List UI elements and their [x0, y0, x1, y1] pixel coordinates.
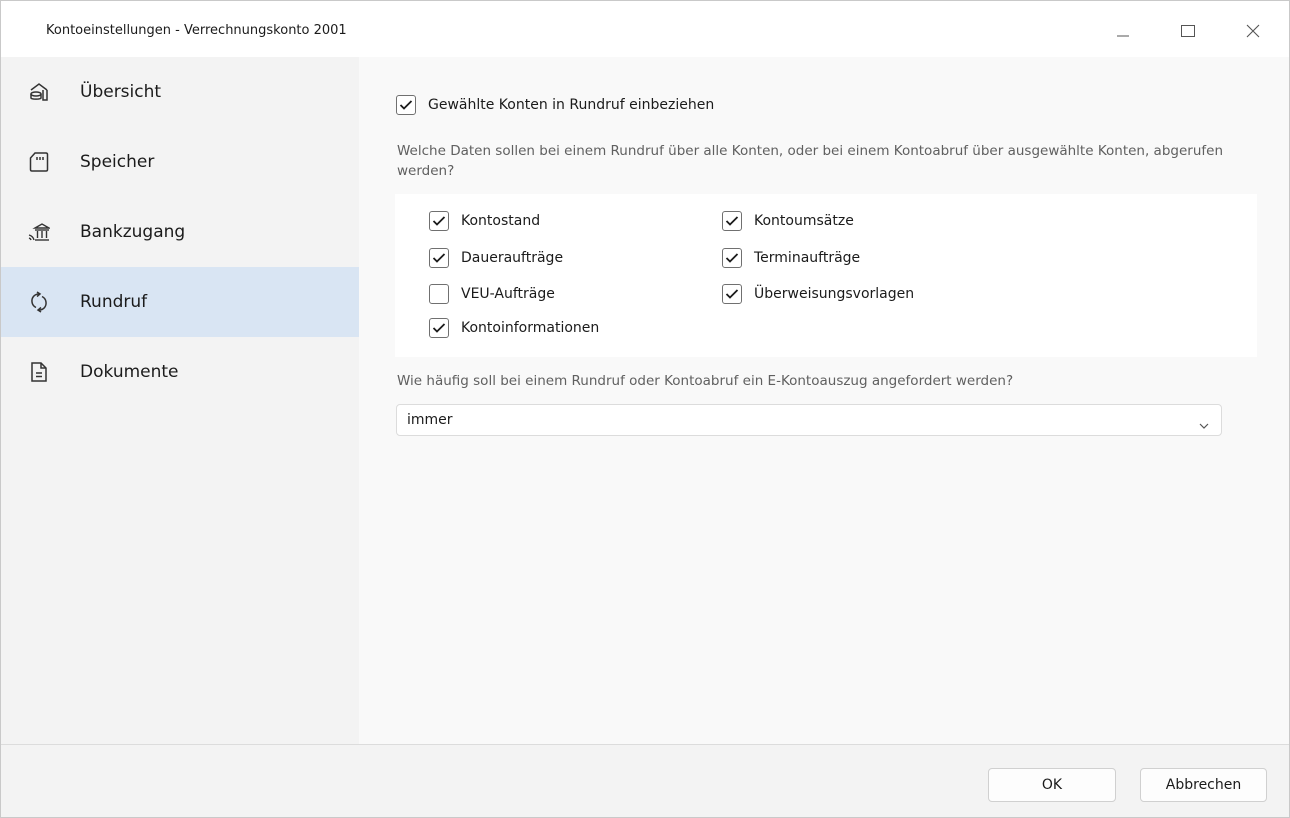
main-content: Gewählte Konten in Rundruf einbeziehen W…	[359, 57, 1289, 744]
sidebar-item-label: Übersicht	[80, 82, 162, 102]
minimize-button[interactable]	[1101, 13, 1145, 49]
option-kontostand[interactable]: Kontostand	[429, 211, 540, 231]
option-label: Kontoumsätze	[754, 213, 854, 229]
include-in-rundruf-checkbox[interactable]: Gewählte Konten in Rundruf einbeziehen	[396, 95, 714, 115]
sidebar-item-label: Rundruf	[80, 292, 148, 312]
sidebar-item-dokumente[interactable]: Dokumente	[1, 337, 359, 407]
sidebar: Übersicht Speicher Bankzugang Rundruf Do…	[1, 57, 359, 744]
checkmark-icon	[725, 289, 739, 299]
option-veu-auftraege[interactable]: VEU-Aufträge	[429, 284, 555, 304]
refresh-icon	[28, 291, 50, 313]
option-label: Kontostand	[461, 213, 541, 229]
include-label: Gewählte Konten in Rundruf einbeziehen	[428, 97, 715, 113]
sidebar-item-uebersicht[interactable]: Übersicht	[1, 57, 359, 127]
settings-window: Kontoeinstellungen - Verrechnungskonto 2…	[0, 0, 1290, 818]
option-terminauftraege[interactable]: Terminaufträge	[722, 248, 860, 268]
sidebar-item-speicher[interactable]: Speicher	[1, 127, 359, 197]
option-kontoumsaetze[interactable]: Kontoumsätze	[722, 211, 854, 231]
option-label: Daueraufträge	[461, 250, 564, 266]
checkbox-box[interactable]	[722, 284, 742, 304]
option-label: Kontoinformationen	[461, 320, 600, 336]
minimize-icon	[1117, 35, 1129, 37]
checkbox-box[interactable]	[429, 318, 449, 338]
checkmark-icon	[432, 253, 446, 263]
checkmark-icon	[432, 323, 446, 333]
sidebar-item-label: Bankzugang	[80, 222, 186, 242]
checkbox-box[interactable]	[429, 248, 449, 268]
overview-icon	[28, 81, 50, 103]
option-kontoinformationen[interactable]: Kontoinformationen	[429, 318, 599, 338]
checkbox-box[interactable]	[722, 211, 742, 231]
document-icon	[28, 361, 50, 383]
sidebar-item-label: Speicher	[80, 152, 155, 172]
title-bar: Kontoeinstellungen - Verrechnungskonto 2…	[1, 1, 1289, 57]
sidebar-item-bankzugang[interactable]: Bankzugang	[1, 197, 359, 267]
sidebar-item-label: Dokumente	[80, 362, 179, 382]
maximize-button[interactable]	[1166, 13, 1210, 49]
maximize-icon	[1181, 25, 1195, 37]
checkbox-box[interactable]	[429, 211, 449, 231]
chevron-down-icon	[1199, 415, 1209, 434]
data-description: Welche Daten sollen bei einem Rundruf üb…	[397, 143, 1223, 179]
checkbox-box[interactable]	[396, 95, 416, 115]
option-ueberweisungsvorlagen[interactable]: Überweisungsvorlagen	[722, 284, 914, 304]
cancel-button[interactable]: Abbrechen	[1140, 768, 1267, 802]
sd-card-icon	[28, 151, 50, 173]
option-label: VEU-Aufträge	[461, 286, 555, 302]
option-label: Terminaufträge	[754, 250, 861, 266]
checkmark-icon	[725, 216, 739, 226]
frequency-select[interactable]: immer	[396, 404, 1222, 436]
checkmark-icon	[399, 100, 413, 110]
window-title: Kontoeinstellungen - Verrechnungskonto 2…	[46, 23, 347, 38]
ok-button[interactable]: OK	[988, 768, 1116, 802]
bank-icon	[28, 221, 50, 243]
frequency-selected-value: immer	[407, 412, 453, 428]
checkbox-box[interactable]	[429, 284, 449, 304]
checkmark-icon	[725, 253, 739, 263]
dialog-footer: OK Abbrechen	[1, 744, 1289, 817]
data-options-panel: Kontostand Daueraufträge VEU-Aufträge Ko…	[395, 194, 1257, 357]
checkbox-box[interactable]	[722, 248, 742, 268]
option-dauerauftraege[interactable]: Daueraufträge	[429, 248, 563, 268]
sidebar-item-rundruf[interactable]: Rundruf	[1, 267, 359, 337]
frequency-question: Wie häufig soll bei einem Rundruf oder K…	[397, 373, 1014, 389]
close-icon	[1246, 24, 1260, 38]
checkmark-icon	[432, 216, 446, 226]
close-button[interactable]	[1231, 13, 1275, 49]
option-label: Überweisungsvorlagen	[754, 286, 915, 302]
